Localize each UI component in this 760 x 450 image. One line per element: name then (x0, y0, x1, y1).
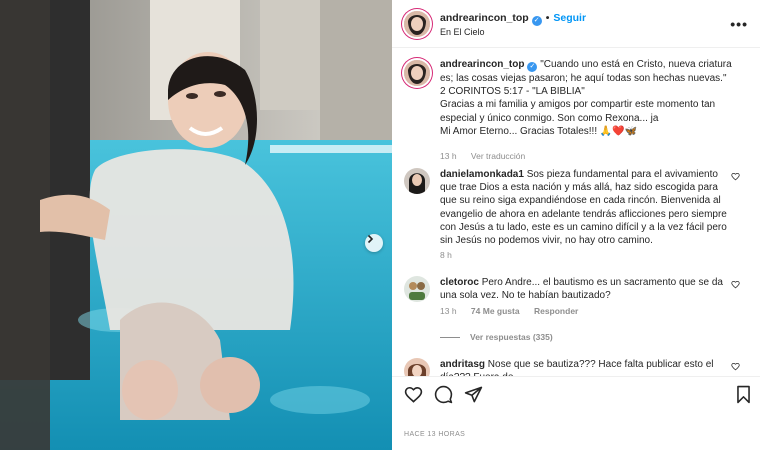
like-comment-button[interactable] (731, 172, 740, 184)
caption-line: Mi Amor Eterno... Gracias Totales!!! 🙏❤️… (440, 125, 638, 137)
commenter-username[interactable]: cletoroc (440, 277, 479, 288)
separator-dot: • (545, 12, 550, 24)
comment-content: Sos pieza fundamental para el avivamient… (440, 169, 727, 247)
replies-divider (440, 337, 460, 339)
author-avatar[interactable] (404, 11, 430, 37)
see-translation-link[interactable]: Ver traducción (471, 151, 525, 161)
caption-meta: 13 h Ver traducción (440, 151, 537, 161)
author-username[interactable]: andrearincon_top (440, 12, 529, 24)
avatar-image (404, 168, 430, 194)
post-actions-bar (392, 376, 760, 416)
save-button[interactable] (735, 385, 752, 407)
comment-text: cletoroc Pero Andre... el bautismo es un… (440, 276, 736, 302)
commenter-avatar[interactable] (404, 358, 430, 376)
heart-icon (731, 362, 740, 371)
comment-time[interactable]: 8 h (440, 250, 452, 260)
caption-text: andrearincon_top ✓ "Cuando uno está en Cr… (440, 58, 740, 138)
comment-text: andritasg Nose que se bautiza??? Hace fa… (440, 358, 736, 376)
heart-icon (731, 280, 740, 289)
caption-line: es; las cosas viejas pasaron; he aquí to… (440, 73, 727, 84)
like-comment-button[interactable] (731, 280, 740, 292)
like-comment-button[interactable] (731, 362, 740, 374)
caption-avatar[interactable] (404, 60, 430, 86)
header-username-row: andrearincon_top ✓ • Seguir (440, 12, 586, 26)
caption-line: especial y único conmigo. Son como Rexon… (440, 112, 659, 124)
verified-icon: ✓ (527, 62, 538, 72)
avatar-image (404, 60, 430, 86)
post-header: andrearincon_top ✓ • Seguir En El Cielo ••• (392, 0, 760, 48)
comment-likes[interactable]: 74 Me gusta (471, 306, 520, 316)
comments-list[interactable]: andrearincon_top ✓ "Cuando uno está en Cr… (392, 48, 760, 376)
chevron-right-icon (367, 234, 374, 244)
verified-icon: ✓ (531, 16, 542, 26)
commenter-username[interactable]: andritasg (440, 359, 485, 370)
comment-meta: 13 h 74 Me gusta Responder (440, 306, 590, 316)
heart-icon (731, 172, 740, 181)
bookmark-icon (737, 385, 750, 404)
comment-content: Pero Andre... el bautismo es un sacramen… (440, 277, 723, 302)
follow-button[interactable]: Seguir (553, 12, 586, 24)
like-button[interactable] (404, 385, 423, 407)
heart-icon (404, 386, 423, 403)
share-icon (464, 386, 483, 403)
caption-username[interactable]: andrearincon_top (440, 59, 524, 70)
commenter-avatar[interactable] (404, 168, 430, 194)
comment-time[interactable]: 13 h (440, 306, 457, 316)
post-timestamp[interactable]: HACE 13 HORAS (404, 431, 465, 438)
comment-icon (434, 385, 453, 404)
avatar-image (404, 358, 430, 376)
view-replies-button[interactable]: Ver respuestas (335) (440, 332, 553, 342)
avatar-image (404, 11, 430, 37)
caption-line: "Cuando uno está en Cristo, nueva criatu… (540, 59, 732, 70)
avatar-image (404, 276, 430, 302)
comment-meta: 8 h (440, 250, 464, 260)
share-button[interactable] (464, 385, 483, 407)
reply-button[interactable]: Responder (534, 306, 578, 316)
view-replies-label: Ver respuestas (335) (470, 332, 553, 342)
caption-line: 2 CORINTOS 5:17 - "LA BIBLIA" (440, 86, 585, 98)
post-sidebar: andrearincon_top ✓ • Seguir En El Cielo •••… (392, 0, 760, 450)
post-photo[interactable] (0, 0, 392, 450)
comment-text: danielamonkada1 Sos pieza fundamental pa… (440, 168, 736, 247)
commenter-username[interactable]: danielamonkada1 (440, 169, 524, 180)
commenter-avatar[interactable] (404, 276, 430, 302)
caption-time[interactable]: 13 h (440, 151, 457, 161)
caption-line: Gracias a mi familia y amigos por compar… (440, 99, 716, 111)
more-icon[interactable]: ••• (730, 16, 748, 32)
next-photo-button[interactable] (365, 234, 383, 252)
baptism-photo-illustration (0, 0, 392, 450)
comment-button[interactable] (434, 385, 453, 407)
post-location[interactable]: En El Cielo (440, 27, 485, 37)
